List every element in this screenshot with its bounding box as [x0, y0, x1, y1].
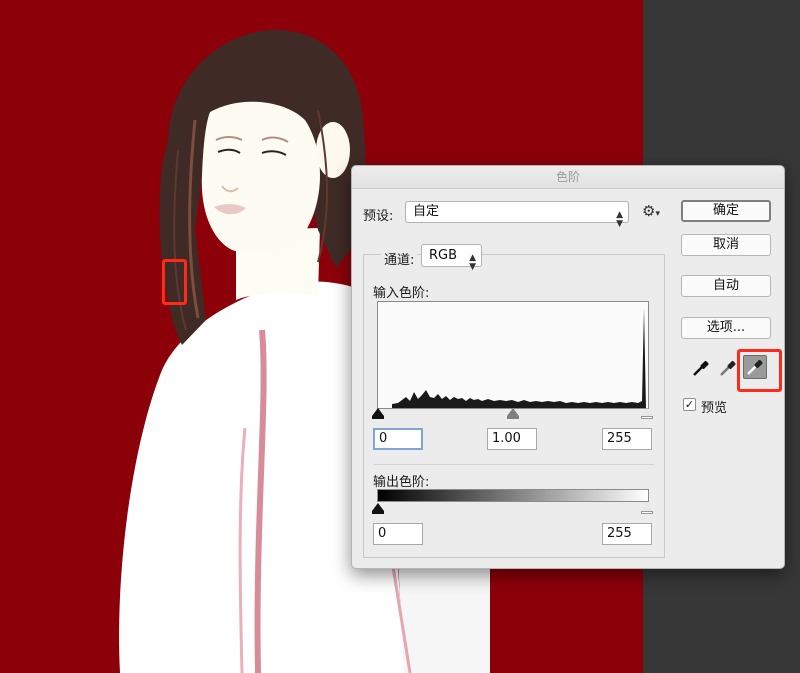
preview-checkbox[interactable]: ✓ — [683, 398, 696, 411]
gear-icon[interactable]: ⚙▾ — [642, 202, 660, 220]
black-point-eyedropper-icon[interactable] — [690, 357, 712, 379]
input-black-field[interactable]: 0 — [373, 428, 423, 450]
separator — [374, 464, 654, 465]
output-gradient — [377, 489, 649, 502]
ok-button[interactable]: 确定 — [681, 200, 771, 222]
preview-label: 预览 — [701, 401, 728, 416]
output-black-field[interactable]: 0 — [373, 523, 423, 545]
output-white-slider-base — [641, 511, 653, 514]
sample-area-highlight — [162, 259, 187, 305]
preset-value: 自定 — [413, 204, 440, 219]
preset-label: 预设: — [363, 209, 394, 224]
levels-dialog: 色阶 预设: 自定 ▲ ▼ ⚙▾ 通道: RGB ▲ ▼ 输入色阶: 0 1.00 … — [351, 165, 785, 569]
select-arrows-icon: ▲ ▼ — [469, 253, 476, 272]
channel-select[interactable]: RGB ▲ ▼ — [421, 244, 482, 272]
input-gamma-slider[interactable] — [507, 408, 519, 416]
input-levels-label: 输入色阶: — [373, 286, 430, 301]
histogram — [377, 301, 649, 409]
input-white-field[interactable]: 255 — [602, 428, 652, 450]
output-levels-label: 输出色阶: — [373, 475, 430, 490]
output-white-slider[interactable] — [641, 503, 653, 511]
cancel-button[interactable]: 取消 — [681, 234, 771, 256]
input-black-slider[interactable] — [372, 408, 384, 416]
input-black-slider-base — [372, 416, 384, 419]
output-white-field[interactable]: 255 — [602, 523, 652, 545]
channel-value: RGB — [429, 248, 458, 263]
select-arrows-icon: ▲ ▼ — [616, 210, 623, 229]
input-white-slider-base — [641, 416, 653, 419]
eyedropper-highlight — [737, 349, 782, 392]
histogram-graph — [392, 308, 646, 408]
input-white-slider[interactable] — [641, 408, 653, 416]
channel-label: 通道: — [381, 249, 418, 268]
input-gamma-slider-base — [507, 416, 519, 419]
dialog-title: 色阶 — [352, 166, 784, 189]
output-black-slider[interactable] — [372, 503, 384, 511]
options-button[interactable]: 选项... — [681, 317, 771, 339]
gray-point-eyedropper-icon[interactable] — [717, 357, 739, 379]
auto-button[interactable]: 自动 — [681, 275, 771, 297]
output-black-slider-base — [372, 511, 384, 514]
preset-select[interactable]: 自定 ▲ ▼ — [405, 201, 629, 229]
input-gamma-field[interactable]: 1.00 — [487, 428, 537, 450]
